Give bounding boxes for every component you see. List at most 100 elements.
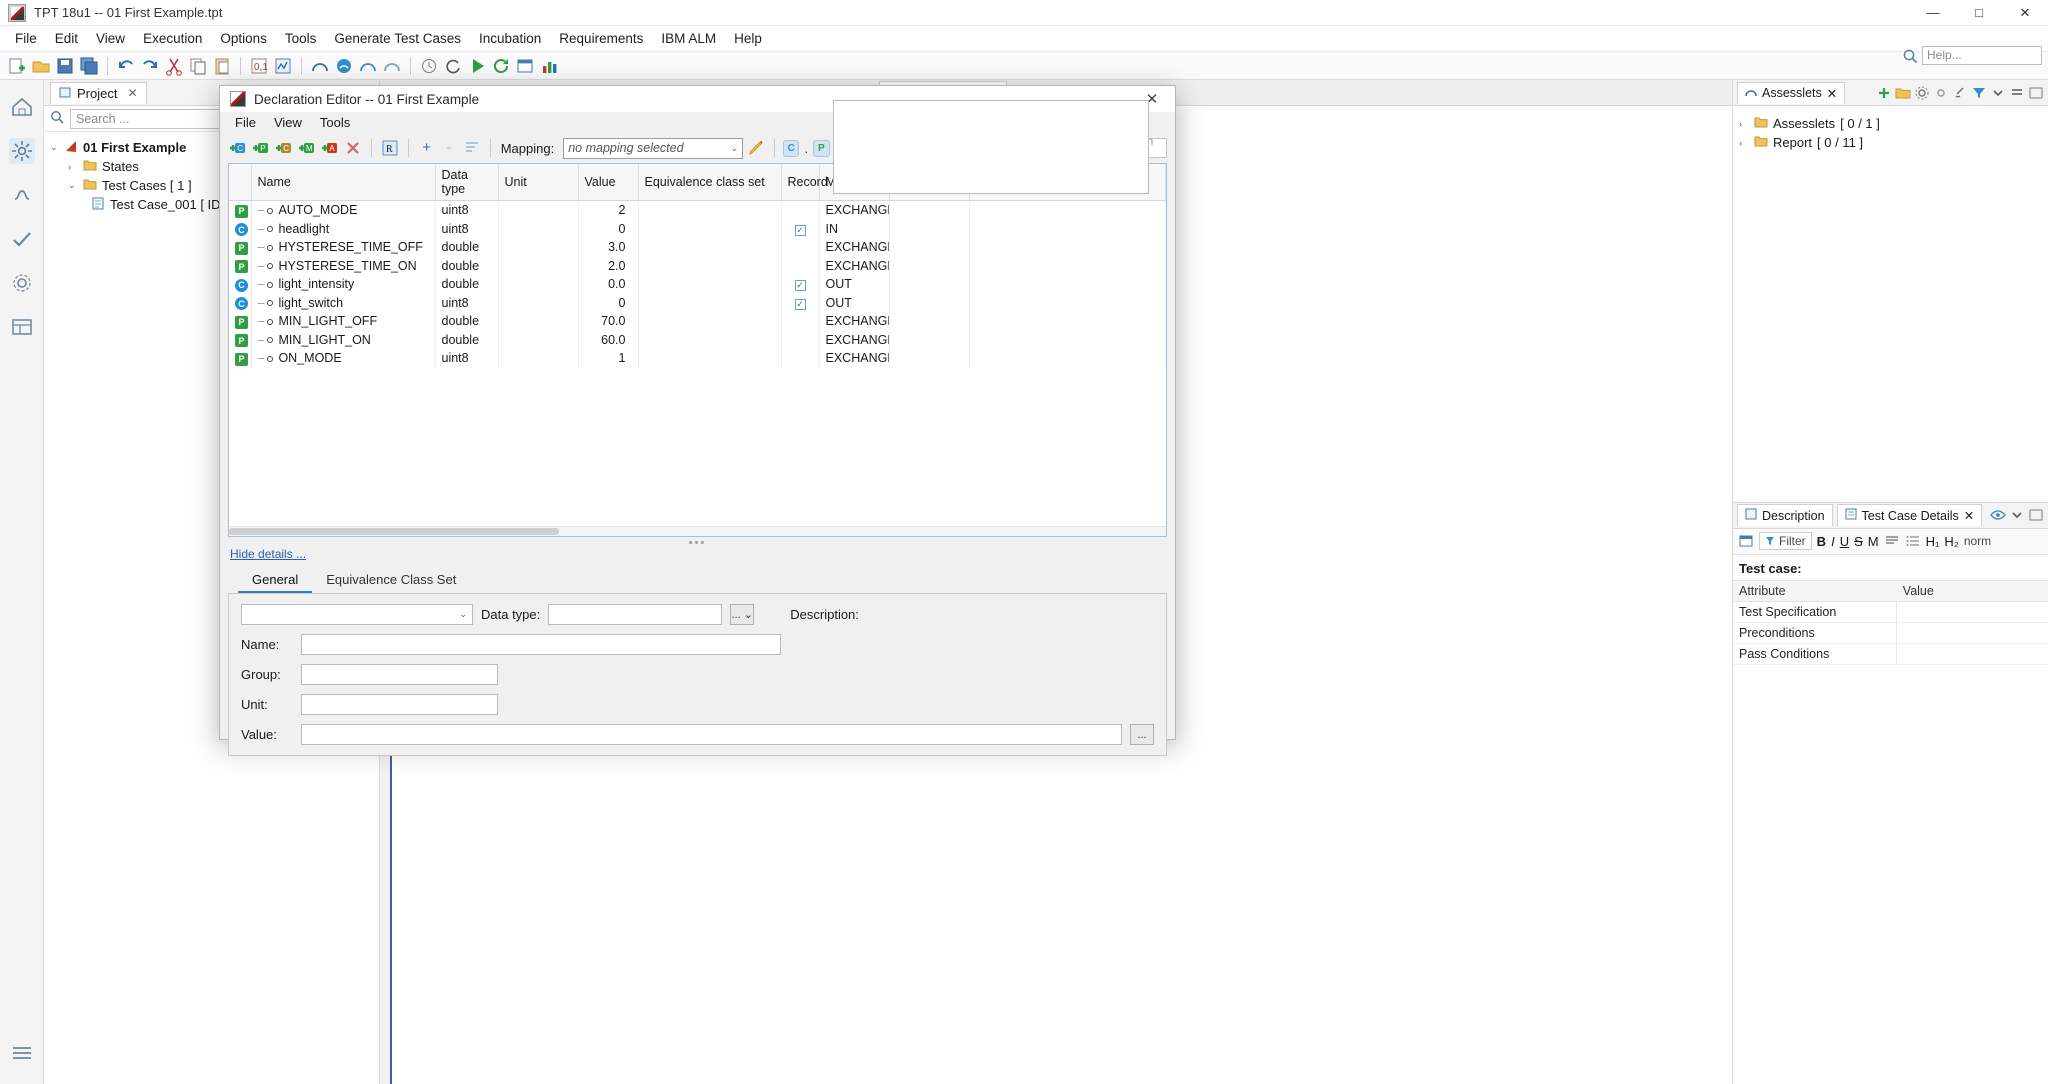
declaration-name[interactable]: –HYSTERESE_TIME_ON (251, 257, 435, 276)
declaration-unit[interactable] (498, 312, 578, 331)
kind-select[interactable]: ⌄ (241, 604, 473, 625)
declaration-mode[interactable]: OUT (819, 275, 889, 294)
declaration-description[interactable] (969, 349, 1166, 368)
declaration-unit[interactable] (498, 331, 578, 350)
unit-col-header[interactable]: Unit (498, 164, 578, 201)
declaration-group[interactable] (889, 275, 969, 294)
new-icon[interactable] (6, 55, 28, 77)
table-row[interactable]: C–light_intensitydouble0.0✓OUT (229, 275, 1166, 294)
edit-mapping-pencil-icon[interactable] (746, 138, 766, 158)
tab-assesslets-close-icon[interactable]: ✕ (1827, 86, 1837, 101)
details-panel-icon[interactable] (2028, 507, 2044, 523)
mapping-select[interactable]: no mapping selected ⌄ (563, 138, 743, 159)
declaration-mode[interactable]: EXCHANGE (819, 312, 889, 331)
save-icon[interactable] (54, 55, 76, 77)
strikethrough-button[interactable]: S (1854, 534, 1863, 549)
underline-button[interactable]: U (1840, 534, 1849, 549)
add-constant-icon[interactable]: C (274, 138, 294, 158)
declaration-datatype[interactable]: uint8 (435, 349, 498, 368)
table-row[interactable]: Test Specification (1733, 601, 2048, 622)
table-row[interactable]: P–HYSTERESE_TIME_ONdouble2.0EXCHANGE (229, 257, 1166, 276)
table-row[interactable]: Preconditions (1733, 622, 2048, 643)
declaration-datatype[interactable]: double (435, 312, 498, 331)
folder-add-icon[interactable] (1895, 85, 1911, 101)
tab-project-close-icon[interactable]: ✕ (127, 86, 137, 100)
record-checkbox[interactable]: ✓ (781, 220, 819, 239)
menu-options[interactable]: Options (211, 27, 276, 50)
details-menu-icon[interactable] (2009, 507, 2025, 523)
declaration-datatype[interactable]: uint8 (435, 201, 498, 220)
add-assessment-icon[interactable]: A (320, 138, 340, 158)
record-checkbox[interactable]: ✓ (781, 275, 819, 294)
rail-menu-icon[interactable] (9, 1040, 35, 1066)
add-assesslet-icon[interactable] (1876, 85, 1892, 101)
declaration-description[interactable] (969, 201, 1166, 220)
report-tree-row[interactable]: › Report [ 0 / 11 ] (1739, 133, 2048, 152)
menu-ibm-alm[interactable]: IBM ALM (652, 27, 725, 50)
rename-icon[interactable]: R (380, 138, 400, 158)
declaration-mode[interactable]: EXCHANGE (819, 238, 889, 257)
tab-general[interactable]: General (238, 568, 312, 593)
arc-icon[interactable] (309, 55, 331, 77)
assesslets-arrow-icon[interactable]: › (1739, 119, 1749, 129)
add-channel-icon[interactable]: C (228, 138, 248, 158)
declaration-mode[interactable]: IN (819, 220, 889, 239)
declaration-equivalence-class-set[interactable] (638, 349, 781, 368)
record-col-header[interactable]: Record (781, 164, 819, 201)
declaration-name[interactable]: –light_switch (251, 294, 435, 313)
add-parameter-icon[interactable]: P (251, 138, 271, 158)
open-folder-icon[interactable] (30, 55, 52, 77)
table-row[interactable]: P–AUTO_MODEuint82EXCHANGE (229, 201, 1166, 220)
filter-icon[interactable] (1971, 85, 1987, 101)
paste-icon[interactable] (211, 55, 233, 77)
declaration-equivalence-class-set[interactable] (638, 294, 781, 313)
declaration-description[interactable] (969, 331, 1166, 350)
declaration-group[interactable] (889, 312, 969, 331)
signals-icon[interactable] (272, 55, 294, 77)
record-checkbox[interactable] (781, 257, 819, 276)
monospace-button[interactable]: M (1868, 534, 1879, 549)
declaration-equivalence-class-set[interactable] (638, 312, 781, 331)
rail-report-icon[interactable] (9, 314, 35, 340)
sort-icon[interactable] (462, 138, 482, 158)
table-row[interactable]: P–ON_MODEuint81EXCHANGE (229, 349, 1166, 368)
record-checkbox[interactable] (781, 201, 819, 220)
declaration-unit[interactable] (498, 220, 578, 239)
add-measurement-icon[interactable]: M (297, 138, 317, 158)
menu-edit[interactable]: Edit (46, 27, 87, 50)
declaration-mode[interactable]: EXCHANGE (819, 257, 889, 276)
declaration-equivalence-class-set[interactable] (638, 238, 781, 257)
undo-icon[interactable] (115, 55, 137, 77)
settings2-icon[interactable] (1933, 85, 1949, 101)
declaration-mode[interactable]: EXCHANGE (819, 349, 889, 368)
declaration-equivalence-class-set[interactable] (638, 201, 781, 220)
collapse-icon[interactable] (2009, 85, 2025, 101)
attribute-value[interactable] (1897, 643, 2048, 664)
declaration-value[interactable]: 0 (578, 220, 638, 239)
cut-icon[interactable] (163, 55, 185, 77)
value-input[interactable] (301, 724, 1122, 745)
rail-check-icon[interactable] (9, 226, 35, 252)
name-input[interactable] (301, 634, 781, 655)
description-textarea[interactable] (833, 100, 1149, 194)
declaration-mode[interactable]: EXCHANGE (819, 201, 889, 220)
panel-menu-icon[interactable] (2028, 85, 2044, 101)
align-icon[interactable] (1884, 533, 1900, 549)
record-checkbox[interactable] (781, 349, 819, 368)
declaration-unit[interactable] (498, 257, 578, 276)
menu-file[interactable]: File (6, 27, 46, 50)
chart-icon[interactable] (538, 55, 560, 77)
copy-icon[interactable] (187, 55, 209, 77)
table-row[interactable]: P–MIN_LIGHT_ONdouble60.0EXCHANGE (229, 331, 1166, 350)
hide-details-link[interactable]: Hide details ... (220, 547, 1175, 561)
style-select[interactable]: norm (1964, 534, 1991, 548)
declaration-value[interactable]: 60.0 (578, 331, 638, 350)
tree-arrow-icon[interactable]: ⌄ (50, 142, 60, 153)
declaration-group[interactable] (889, 220, 969, 239)
declaration-group[interactable] (889, 294, 969, 313)
declaration-value[interactable]: 0 (578, 294, 638, 313)
arc2-icon[interactable] (357, 55, 379, 77)
declaration-unit[interactable] (498, 349, 578, 368)
ecs-col-header[interactable]: Equivalence class set (638, 164, 781, 201)
menu-generate-test-cases[interactable]: Generate Test Cases (325, 27, 470, 50)
